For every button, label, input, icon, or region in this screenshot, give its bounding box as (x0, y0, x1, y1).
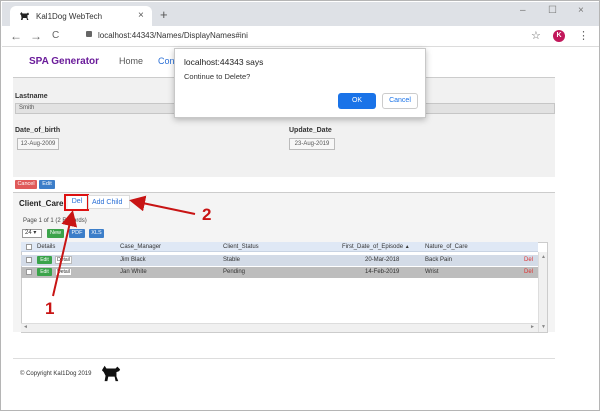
annotation-2: 2 (202, 205, 212, 224)
scroll-down-icon[interactable]: ▼ (541, 324, 546, 330)
row-checkbox[interactable] (26, 257, 32, 263)
header-client-status[interactable]: Client_Status (223, 244, 259, 250)
grid-horizontal-scrollbar[interactable] (21, 323, 538, 332)
dog-favicon-icon (20, 12, 29, 20)
header-case-manager[interactable]: Case_Manager (120, 244, 161, 250)
row-del-link[interactable]: Del (524, 257, 533, 263)
cell-first-date: 20-Mar-2018 (365, 257, 400, 263)
pager-info: Page 1 of 1 (2 Records) (23, 218, 87, 224)
cancel-button[interactable]: Cancel (15, 180, 37, 189)
back-icon[interactable]: ← (10, 29, 22, 43)
cell-client-status: Stable (223, 257, 241, 263)
annotation-1: 1 (45, 299, 55, 318)
dob-field[interactable]: 12-Aug-2009 (17, 138, 59, 150)
xls-button[interactable]: XLS (89, 229, 104, 238)
browser-tabstrip: Kal1Dog WebTech × + – ☐ × (2, 2, 599, 26)
dog-logo-icon (101, 365, 121, 382)
client-care-title: Client_Care (19, 199, 64, 208)
header-nature-of-care[interactable]: Nature_of_Care (425, 244, 468, 250)
lastname-label: Lastname (15, 93, 48, 100)
profile-avatar[interactable]: K (553, 30, 565, 42)
row-edit-button[interactable]: Edit (37, 256, 52, 264)
cell-case-manager: Jan White (120, 269, 147, 275)
nav-home[interactable]: Home (119, 56, 143, 66)
bookmark-star-icon[interactable]: ☆ (531, 29, 541, 42)
new-button[interactable]: New (47, 229, 64, 238)
table-row[interactable] (21, 267, 538, 278)
cell-first-date: 14-Feb-2019 (365, 269, 400, 275)
tab-title: Kal1Dog WebTech (36, 12, 103, 21)
update-date-label: Update_Date (289, 127, 332, 134)
new-tab-button[interactable]: + (160, 7, 168, 22)
dialog-title: localhost:44343 says (184, 57, 264, 67)
browser-tab[interactable]: Kal1Dog WebTech × (10, 6, 152, 26)
browser-toolbar: ← → C localhost:44343/Names/DisplayNames… (2, 26, 599, 47)
select-all-checkbox[interactable] (26, 244, 32, 250)
copyright-text: © Copyright Kal1Dog 2019 (20, 371, 92, 377)
brand-title[interactable]: SPA Generator (29, 56, 99, 67)
browser-menu-icon[interactable]: ⋮ (578, 29, 589, 42)
add-child-button[interactable]: Add Child (92, 199, 122, 206)
url-text: localhost:44343/Names/DisplayNames#ini (98, 31, 248, 40)
scroll-up-icon[interactable]: ▲ (541, 254, 546, 260)
sort-asc-icon: ▲ (404, 244, 410, 250)
reload-icon[interactable]: C (52, 30, 59, 41)
minimize-icon[interactable]: – (520, 5, 526, 16)
scroll-right-icon[interactable]: ► (530, 324, 535, 330)
dialog-message: Continue to Delete? (184, 72, 251, 81)
footer-divider (13, 358, 555, 359)
cell-nature-of-care: Wrist (425, 269, 439, 275)
lock-icon (86, 31, 92, 37)
grid-vertical-scrollbar[interactable] (538, 252, 547, 332)
dialog-cancel-button[interactable]: Cancel (382, 93, 418, 109)
address-bar[interactable]: localhost:44343/Names/DisplayNames#ini (86, 31, 248, 40)
dob-label: Date_of_birth (15, 127, 61, 134)
row-edit-button[interactable]: Edit (37, 268, 52, 276)
header-details[interactable]: Details (37, 244, 55, 250)
cell-client-status: Pending (223, 269, 246, 275)
row-detail-button[interactable]: Detail (55, 256, 72, 264)
cell-nature-of-care: Back Pain (425, 257, 453, 263)
header-first-date-text: First_Date_of_Episode (342, 244, 404, 250)
row-detail-button[interactable]: Detail (55, 268, 72, 276)
close-tab-icon[interactable]: × (138, 10, 144, 21)
maximize-icon[interactable]: ☐ (548, 5, 557, 16)
forward-icon[interactable]: → (30, 29, 42, 43)
row-del-link[interactable]: Del (524, 269, 533, 275)
edit-button[interactable]: Edit (39, 180, 55, 189)
pdf-button[interactable]: PDF (69, 229, 85, 238)
close-window-icon[interactable]: × (578, 5, 584, 16)
scroll-left-icon[interactable]: ◄ (23, 324, 28, 330)
page-size-value: 24 (25, 230, 32, 236)
del-highlight-box (64, 194, 89, 211)
screenshot-frame: Kal1Dog WebTech × + – ☐ × ← → C localhos… (0, 0, 600, 411)
header-first-date[interactable]: First_Date_of_Episode ▲ (342, 244, 410, 250)
dialog-ok-button[interactable]: OK (338, 93, 376, 109)
update-date-field[interactable]: 23-Aug-2019 (289, 138, 335, 150)
page-size-select[interactable]: 24 ▾ (22, 229, 42, 238)
row-checkbox[interactable] (26, 269, 32, 275)
cell-case-manager: Jim Black (120, 257, 146, 263)
table-row[interactable] (21, 255, 538, 266)
